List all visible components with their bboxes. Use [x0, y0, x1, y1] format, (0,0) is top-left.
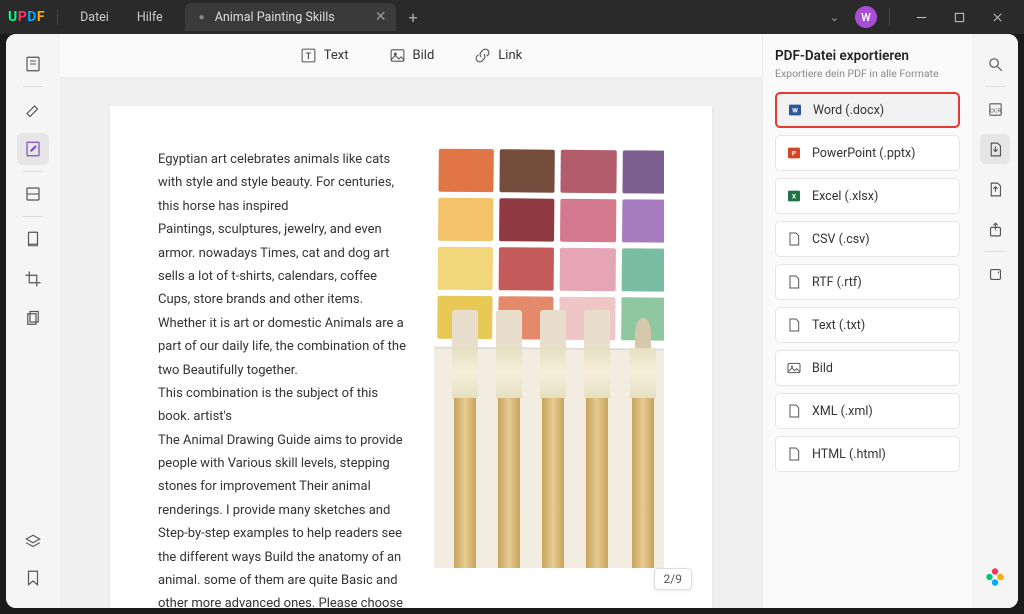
edit-icon [24, 140, 42, 158]
edit-tool[interactable] [17, 133, 49, 165]
export-icon [987, 141, 1004, 158]
copy-tool[interactable] [17, 303, 49, 335]
reader-tool[interactable] [17, 48, 49, 80]
word-icon: W [787, 102, 803, 118]
close-window-button[interactable] [978, 0, 1016, 34]
page-indicator[interactable]: 2/9 [654, 568, 692, 590]
search-button[interactable] [980, 49, 1010, 79]
csv-icon [786, 231, 802, 247]
export-html-option[interactable]: HTML (.html) [775, 436, 960, 472]
export-xml-option[interactable]: XML (.xml) [775, 393, 960, 429]
image-icon [389, 47, 406, 64]
rtf-icon [786, 274, 802, 290]
minimize-icon [916, 12, 927, 23]
right-sidebar: OCR [972, 34, 1018, 608]
layers-icon [24, 533, 42, 551]
tab-title: Animal Painting Skills [215, 10, 335, 25]
document-image[interactable] [434, 148, 664, 568]
export-excel-option[interactable]: X Excel (.xlsx) [775, 178, 960, 214]
document-tab[interactable]: ● Animal Painting Skills ✕ [185, 3, 397, 31]
print-icon [987, 266, 1004, 283]
save-other-button[interactable] [980, 174, 1010, 204]
powerpoint-icon: P [786, 145, 802, 161]
share-button[interactable] [980, 214, 1010, 244]
svg-text:P: P [792, 150, 797, 158]
menu-help[interactable]: Hilfe [123, 10, 177, 25]
export-text-option[interactable]: Text (.txt) [775, 307, 960, 343]
svg-text:OCR: OCR [989, 108, 1001, 114]
export-powerpoint-option[interactable]: P PowerPoint (.pptx) [775, 135, 960, 171]
add-tab-button[interactable]: + [396, 8, 429, 27]
image-tool-button[interactable]: Bild [389, 47, 435, 64]
excel-icon: X [786, 188, 802, 204]
print-button[interactable] [980, 259, 1010, 289]
export-panel: PDF-Datei exportieren Exportiere dein PD… [762, 34, 972, 608]
bookmark-icon [24, 569, 42, 587]
minimize-window-button[interactable] [902, 0, 940, 34]
ocr-icon [24, 185, 42, 203]
layers-tool[interactable] [17, 526, 49, 558]
svg-text:T: T [305, 51, 311, 62]
crop-icon [24, 270, 42, 288]
edit-toolbar: T Text Bild Link [60, 34, 762, 78]
chevron-down-icon[interactable]: ⌄ [822, 11, 847, 24]
export-word-option[interactable]: W Word (.docx) [775, 92, 960, 128]
user-avatar[interactable]: W [855, 6, 877, 28]
search-icon [987, 56, 1004, 73]
html-icon [786, 446, 802, 462]
link-icon [474, 47, 491, 64]
close-icon [992, 12, 1003, 23]
export-csv-option[interactable]: CSV (.csv) [775, 221, 960, 257]
save-icon [987, 181, 1004, 198]
svg-text:W: W [792, 107, 798, 115]
link-tool-button[interactable]: Link [474, 47, 522, 64]
scan-icon: OCR [987, 101, 1004, 118]
tab-dirty-indicator: ● [199, 12, 205, 23]
xml-icon [786, 403, 802, 419]
pages-tool[interactable] [17, 223, 49, 255]
export-title: PDF-Datei exportieren [775, 48, 960, 64]
highlighter-icon [24, 100, 42, 118]
maximize-icon [954, 12, 965, 23]
ocr-button[interactable]: OCR [980, 94, 1010, 124]
export-button[interactable] [980, 134, 1010, 164]
bookmark-tool[interactable] [17, 562, 49, 594]
document-page: Egyptian art celebrates animals like cat… [110, 106, 712, 608]
pages-icon [24, 230, 42, 248]
left-sidebar [6, 34, 60, 608]
ocr-tool[interactable] [17, 178, 49, 210]
updf-ai-icon[interactable] [984, 566, 1006, 588]
export-rtf-option[interactable]: RTF (.rtf) [775, 264, 960, 300]
image-file-icon [786, 360, 802, 376]
export-image-option[interactable]: Bild [775, 350, 960, 386]
txt-icon [786, 317, 802, 333]
divider [889, 8, 890, 26]
app-logo: UPDF [8, 9, 58, 25]
export-subtitle: Exportiere dein PDF in alle Formate [775, 67, 960, 80]
reader-icon [24, 55, 42, 73]
text-icon: T [300, 47, 317, 64]
menu-file[interactable]: Datei [66, 10, 123, 25]
share-icon [987, 221, 1004, 238]
close-tab-icon[interactable]: ✕ [375, 9, 387, 25]
document-text[interactable]: Egyptian art celebrates animals like cat… [158, 148, 412, 608]
maximize-window-button[interactable] [940, 0, 978, 34]
copy-icon [24, 310, 42, 328]
highlighter-tool[interactable] [17, 93, 49, 125]
text-tool-button[interactable]: T Text [300, 47, 349, 64]
crop-tool[interactable] [17, 263, 49, 295]
